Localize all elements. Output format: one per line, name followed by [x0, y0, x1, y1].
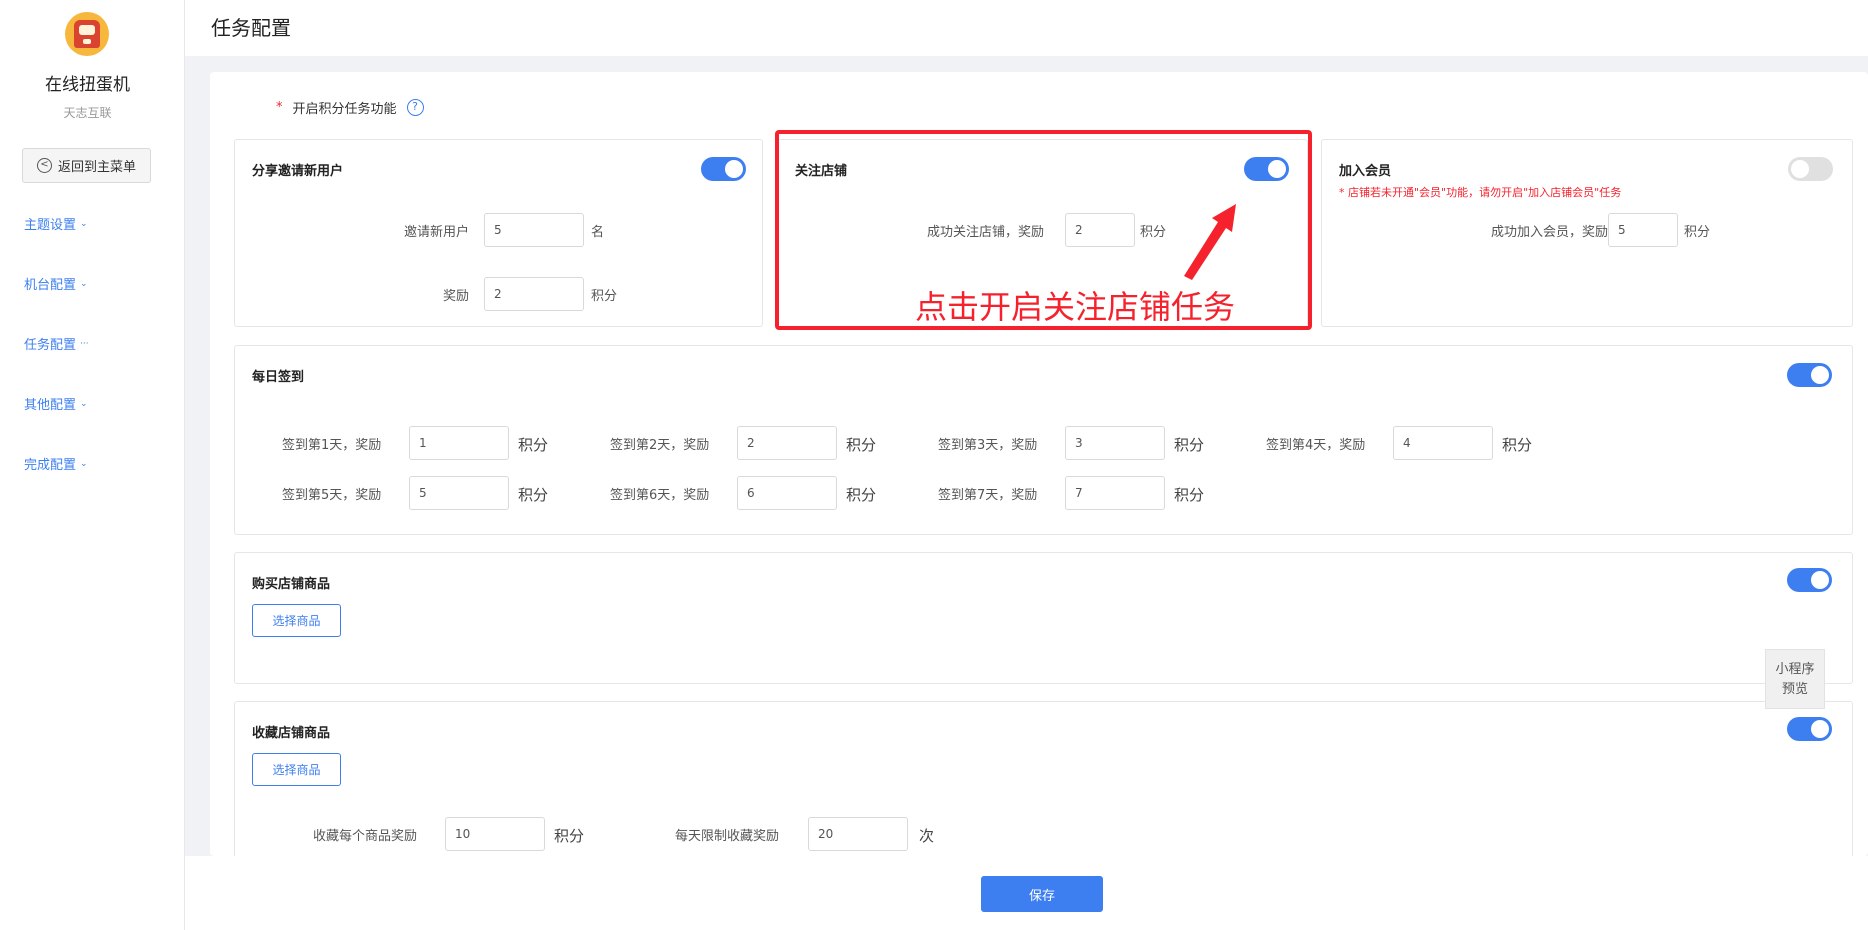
page-title: 任务配置 — [211, 16, 291, 40]
collect-limit-label: 每天限制收藏奖励 — [675, 829, 780, 844]
checkin-day-input[interactable]: 1 — [409, 426, 509, 460]
sidebar-item-task[interactable]: 任务配置 ··· — [24, 334, 89, 353]
member-reward-input[interactable]: 5 — [1608, 213, 1678, 247]
checkin-day-label: 签到第2天，奖励 — [610, 438, 710, 453]
collect-reward-unit: 积分 — [554, 827, 585, 845]
checkin-day-label: 签到第3天，奖励 — [938, 438, 1038, 453]
checkin-day-unit: 积分 — [1174, 486, 1205, 504]
join-member-card: 加入会员 * 店铺若未开通"会员"功能，请勿开启"加入店铺会员"任务 成功加入会… — [1321, 139, 1853, 327]
checkin-day-unit: 积分 — [846, 436, 877, 454]
daily-checkin-toggle[interactable] — [1787, 363, 1832, 387]
card-title: 加入会员 — [1339, 164, 1392, 179]
collect-products-toggle[interactable] — [1787, 717, 1832, 741]
card-title: 每日签到 — [252, 370, 305, 385]
sidebar-item-label: 任务配置 — [24, 338, 77, 353]
checkin-day-input[interactable]: 3 — [1065, 426, 1165, 460]
daily-checkin-card: 每日签到 签到第1天，奖励 1 积分 签到第2天，奖励 2 积分 签到第3天，奖… — [234, 345, 1853, 535]
more-icon: ··· — [80, 338, 89, 349]
sidebar-item-label: 机台配置 — [24, 278, 77, 293]
preview-label-line1: 小程序 — [1775, 662, 1815, 677]
app-name: 在线扭蛋机 — [45, 75, 130, 95]
checkin-day-unit: 积分 — [518, 436, 549, 454]
save-button[interactable]: 保存 — [981, 876, 1103, 912]
reward-label: 奖励 — [442, 289, 469, 304]
annotation-text: 点击开启关注店铺任务 — [915, 288, 1236, 326]
sidebar-item-machine[interactable]: 机台配置 ⌄ — [24, 274, 88, 293]
checkin-day-label: 签到第1天，奖励 — [282, 438, 382, 453]
app-subtitle: 天志互联 — [63, 106, 112, 120]
checkin-day-input[interactable]: 2 — [737, 426, 837, 460]
invite-unit: 名 — [591, 225, 605, 240]
buy-products-card: 购买店铺商品 选择商品 — [234, 552, 1853, 684]
app-root: 在线扭蛋机 天志互联 < 返回到主菜单 主题设置 ⌄ 机台配置 ⌄ 任务配置 ·… — [0, 0, 1868, 930]
feature-label: 开启积分任务功能 — [292, 102, 397, 117]
reward-unit: 积分 — [591, 289, 618, 304]
collect-reward-input[interactable]: 10 — [445, 817, 545, 851]
collect-products-card: 收藏店铺商品 选择商品 收藏每个商品奖励 10 积分 每天限制收藏奖励 20 次 — [234, 701, 1853, 861]
back-button-label: 返回到主菜单 — [57, 160, 136, 175]
chevron-down-icon: ⌄ — [80, 278, 88, 289]
invite-label: 邀请新用户 — [403, 225, 469, 240]
card-title: 购买店铺商品 — [252, 577, 331, 592]
sidebar-item-label: 完成配置 — [24, 458, 77, 473]
chevron-down-icon: ⌄ — [80, 398, 88, 409]
chevron-left-circle-icon: < — [36, 158, 52, 173]
reward-points-input[interactable]: 2 — [484, 277, 584, 311]
checkin-day-unit: 积分 — [518, 486, 549, 504]
checkin-day-unit: 积分 — [1174, 436, 1205, 454]
share-invite-card: 分享邀请新用户 邀请新用户 5 名 奖励 2 积分 — [234, 139, 763, 327]
checkin-day-unit: 积分 — [1502, 436, 1533, 454]
checkin-day-unit: 积分 — [846, 486, 877, 504]
checkin-day-input[interactable]: 5 — [409, 476, 509, 510]
checkin-day-input[interactable]: 7 — [1065, 476, 1165, 510]
member-reward-label: 成功加入会员，奖励 — [1490, 225, 1608, 240]
mini-program-preview-button[interactable]: 小程序 预览 — [1765, 649, 1825, 709]
sidebar-item-other[interactable]: 其他配置 ⌄ — [24, 394, 88, 413]
sidebar-item-theme[interactable]: 主题设置 ⌄ — [24, 214, 88, 233]
share-invite-toggle[interactable] — [701, 157, 746, 181]
invite-count-input[interactable]: 5 — [484, 213, 584, 247]
app-logo-icon — [65, 12, 109, 56]
join-member-toggle[interactable] — [1788, 157, 1833, 181]
required-mark: * — [276, 100, 283, 115]
checkin-day-label: 签到第7天，奖励 — [938, 488, 1038, 503]
chevron-down-icon: ⌄ — [80, 458, 88, 469]
sidebar-item-label: 其他配置 — [24, 398, 77, 413]
card-title: 分享邀请新用户 — [252, 164, 344, 179]
preview-label-line2: 预览 — [1781, 682, 1808, 697]
collect-limit-input[interactable]: 20 — [808, 817, 908, 851]
member-reward-unit: 积分 — [1684, 225, 1711, 240]
select-products-button[interactable]: 选择商品 — [252, 753, 341, 786]
checkin-day-label: 签到第4天，奖励 — [1266, 438, 1366, 453]
collect-reward-label: 收藏每个商品奖励 — [313, 829, 418, 844]
checkin-day-label: 签到第5天，奖励 — [282, 488, 382, 503]
header: 任务配置 — [185, 0, 1868, 56]
chevron-down-icon: ⌄ — [80, 218, 88, 229]
sidebar: 在线扭蛋机 天志互联 < 返回到主菜单 主题设置 ⌄ 机台配置 ⌄ 任务配置 ·… — [0, 0, 185, 930]
card-title: 收藏店铺商品 — [252, 726, 331, 741]
sidebar-item-label: 主题设置 — [24, 218, 77, 233]
member-warning: * 店铺若未开通"会员"功能，请勿开启"加入店铺会员"任务 — [1339, 186, 1622, 199]
checkin-day-label: 签到第6天，奖励 — [610, 488, 710, 503]
back-to-main-menu-button[interactable]: < 返回到主菜单 — [22, 148, 151, 183]
checkin-day-input[interactable]: 6 — [737, 476, 837, 510]
buy-products-toggle[interactable] — [1787, 568, 1832, 592]
collect-limit-unit: 次 — [919, 827, 935, 845]
help-icon[interactable]: ? — [406, 99, 424, 116]
checkin-day-input[interactable]: 4 — [1393, 426, 1493, 460]
select-products-button[interactable]: 选择商品 — [252, 604, 341, 637]
annotation-arrow-icon — [1184, 204, 1236, 280]
feature-toggle-row: * 开启积分任务功能 ? — [276, 98, 424, 117]
sidebar-item-complete[interactable]: 完成配置 ⌄ — [24, 454, 88, 473]
